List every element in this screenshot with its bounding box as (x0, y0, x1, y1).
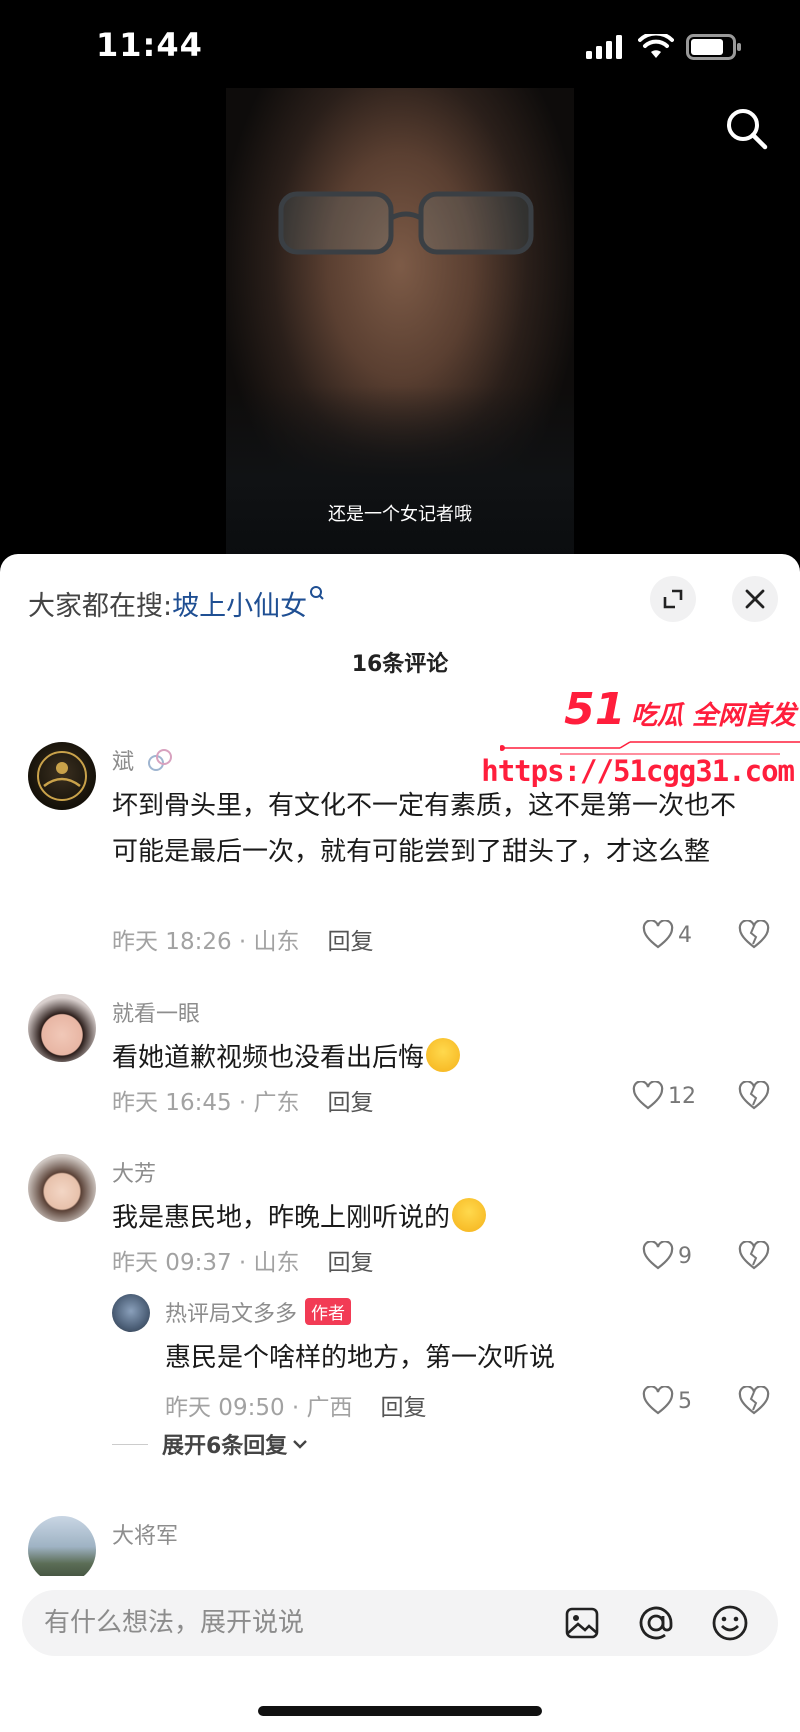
avatar[interactable] (28, 994, 96, 1062)
image-icon (565, 1607, 599, 1639)
watermark-brand-number: 51 (564, 684, 626, 735)
battery-icon (686, 34, 741, 60)
reply-text: 惠民是个啥样的地方，第一次听说 (165, 1343, 556, 1373)
hot-search-keyword[interactable]: 坡上小仙女 (172, 591, 307, 622)
crying-laughing-emoji-icon (426, 1038, 461, 1072)
search-small-icon (310, 586, 324, 600)
dislike-button[interactable] (738, 1080, 770, 1115)
like-count: 9 (678, 1243, 692, 1269)
status-icons (586, 34, 742, 60)
heart-icon (642, 920, 674, 949)
fullscreen-button[interactable] (650, 576, 696, 622)
comment-time-location: 昨天 16:45 · 广东 (112, 1090, 300, 1116)
watermark-brand-text: 吃瓜 全网首发 (630, 701, 796, 731)
comments-sheet: 大家都在搜:坡上小仙女 16条评论 51 吃瓜 全网首发 https://51c… (0, 554, 800, 1732)
comment-text: 我是惠民地，昨晚上刚听说的 (112, 1203, 451, 1233)
comment-time-location: 昨天 09:37 · 山东 (112, 1250, 300, 1276)
image-button[interactable] (562, 1603, 602, 1643)
comment-author[interactable]: 斌 (112, 744, 175, 776)
comment-author-name[interactable]: 大将军 (112, 1518, 178, 1550)
status-time: 11:44 (96, 26, 203, 64)
comment-count-title: 16条评论 (351, 652, 449, 677)
heart-icon (642, 1386, 674, 1415)
expand-divider (112, 1443, 148, 1445)
expand-replies-label: 展开6条回复 (162, 1434, 288, 1459)
reply-button[interactable]: 回复 (381, 1395, 427, 1421)
video-glasses-shape (278, 191, 534, 255)
like-button[interactable]: 4 (642, 920, 692, 950)
comment-input[interactable] (44, 1590, 514, 1656)
broken-heart-icon (738, 1385, 770, 1415)
dislike-button[interactable] (738, 1385, 770, 1420)
avatar[interactable] (112, 1294, 150, 1332)
comment-time-location: 昨天 18:26 · 山东 (112, 929, 300, 955)
comment-text-row: 我是惠民地，昨晚上刚听说的 (112, 1195, 752, 1241)
video-caption: 还是一个女记者哦 (328, 504, 472, 525)
avatar[interactable] (28, 742, 96, 810)
heart-icon (642, 1241, 674, 1270)
reply-button[interactable]: 回复 (328, 1250, 374, 1276)
hot-search[interactable]: 大家都在搜:坡上小仙女 (28, 584, 325, 623)
comment-meta: 昨天 16:45 · 广东 回复 (112, 1083, 374, 1117)
search-icon (727, 109, 768, 150)
chevron-down-icon (293, 1440, 308, 1449)
gender-icon (148, 749, 173, 771)
comment-meta: 昨天 18:26 · 山东 回复 (112, 922, 374, 956)
reply-author-name: 热评局文多多 (165, 1302, 298, 1327)
comment-author-name[interactable]: 大芳 (112, 1156, 156, 1188)
heart-icon (632, 1081, 664, 1110)
author-badge: 作者 (305, 1298, 352, 1325)
search-button[interactable] (724, 106, 770, 156)
broken-heart-icon (738, 1080, 770, 1110)
comment-text: 坏到骨头里，有文化不一定有素质，这不是第一次也不可能是最后一次，就有可能尝到了甜… (112, 791, 737, 867)
reply-author[interactable]: 热评局文多多 作者 (165, 1296, 352, 1328)
watermark: 51 吃瓜 全网首发 https://51cgg31.com (481, 684, 800, 794)
crying-laughing-emoji-icon (452, 1198, 487, 1232)
dislike-button[interactable] (738, 919, 770, 954)
close-icon (745, 589, 765, 609)
home-indicator[interactable] (258, 1706, 542, 1716)
wifi-icon (638, 34, 674, 58)
comment-input-bar (22, 1590, 778, 1656)
emoji-button[interactable] (710, 1603, 750, 1643)
like-button[interactable]: 9 (642, 1241, 692, 1271)
reply-button[interactable]: 回复 (328, 929, 374, 955)
broken-heart-icon (738, 919, 770, 949)
smile-icon (712, 1605, 748, 1641)
reply-meta: 昨天 09:50 · 广西 回复 (165, 1388, 427, 1422)
like-button[interactable]: 5 (642, 1386, 692, 1416)
at-icon (639, 1606, 673, 1640)
like-button[interactable]: 12 (632, 1081, 696, 1111)
avatar[interactable] (28, 1516, 96, 1584)
avatar-logo (37, 751, 87, 801)
hot-search-label: 大家都在搜: (28, 591, 173, 622)
reply-time-location: 昨天 09:50 · 广西 (165, 1395, 353, 1421)
like-count: 4 (678, 922, 692, 948)
comment-text-row: 看她道歉视频也没看出后悔 (112, 1035, 752, 1081)
watermark-brand: 51 吃瓜 全网首发 (564, 684, 796, 735)
avatar[interactable] (28, 1154, 96, 1222)
comment-author-name[interactable]: 就看一眼 (112, 996, 200, 1028)
expand-replies-button[interactable]: 展开6条回复 (112, 1428, 309, 1460)
comment-meta: 昨天 09:37 · 山东 回复 (112, 1243, 374, 1277)
expand-icon (663, 589, 683, 609)
video-shadow (226, 386, 574, 556)
comment-author-name: 斌 (112, 750, 135, 775)
comment-text: 看她道歉视频也没看出后悔 (112, 1043, 425, 1073)
signal-icon (586, 35, 622, 59)
reply-button[interactable]: 回复 (328, 1090, 374, 1116)
video-frame[interactable]: 还是一个女记者哦 (226, 88, 574, 556)
status-bar: 11:44 (0, 0, 800, 90)
broken-heart-icon (738, 1240, 770, 1270)
mention-button[interactable] (636, 1603, 676, 1643)
dislike-button[interactable] (738, 1240, 770, 1275)
like-count: 12 (668, 1083, 696, 1109)
close-button[interactable] (732, 576, 778, 622)
like-count: 5 (678, 1388, 692, 1414)
